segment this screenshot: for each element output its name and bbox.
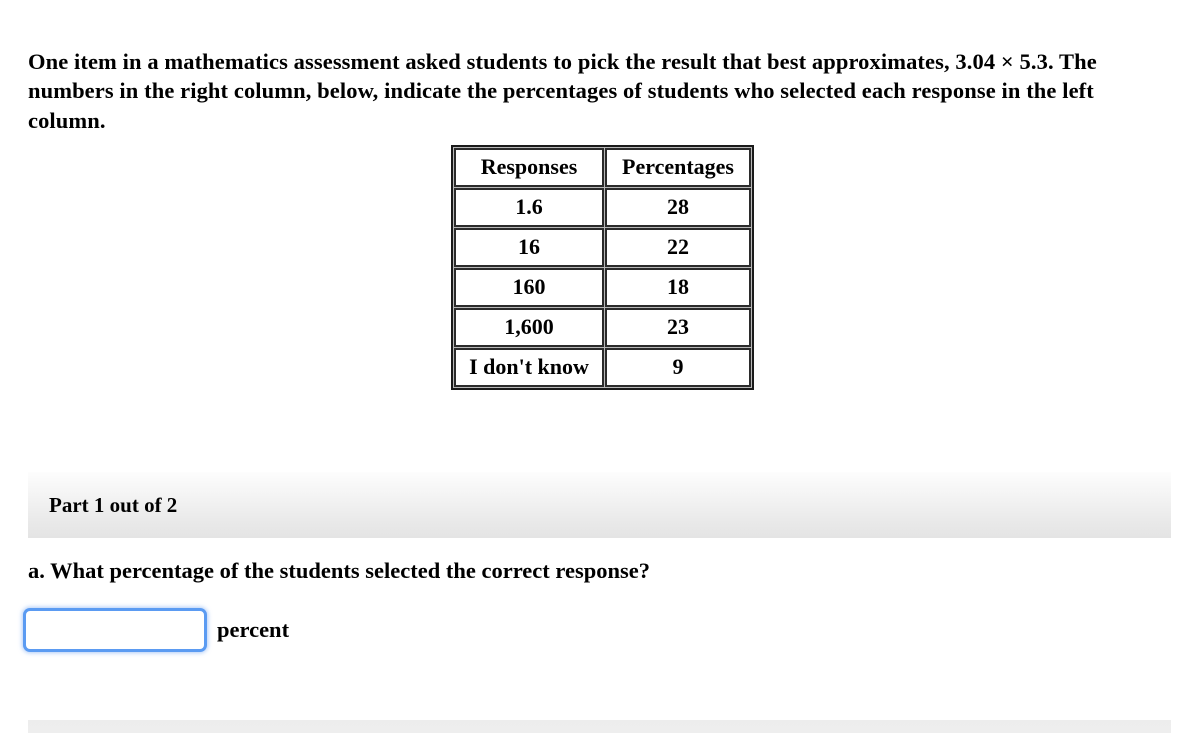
next-section-banner: [28, 720, 1171, 733]
cell-response: 1,600: [454, 308, 604, 347]
table-row: 1.6 28: [454, 188, 751, 227]
table-row: I don't know 9: [454, 348, 751, 387]
prompt-paragraph: One item in a mathematics assessment ask…: [28, 48, 1097, 133]
cell-percentage: 18: [605, 268, 751, 307]
question-a-label: a. What percentage of the students selec…: [28, 558, 650, 583]
cell-percentage: 22: [605, 228, 751, 267]
column-header-percentages: Percentages: [605, 148, 751, 187]
table-row: 160 18: [454, 268, 751, 307]
column-header-responses: Responses: [454, 148, 604, 187]
responses-table-container: Responses Percentages 1.6 28 16 22 160 1…: [451, 145, 754, 390]
cell-percentage: 23: [605, 308, 751, 347]
cell-response: I don't know: [454, 348, 604, 387]
responses-percentages-table: Responses Percentages 1.6 28 16 22 160 1…: [451, 145, 754, 390]
cell-response: 16: [454, 228, 604, 267]
percent-unit-label: percent: [217, 616, 290, 642]
cell-response: 1.6: [454, 188, 604, 227]
cell-percentage: 9: [605, 348, 751, 387]
table-row: 1,600 23: [454, 308, 751, 347]
answer-row: percent: [26, 611, 289, 649]
part-progress-label: Part 1 out of 2: [49, 492, 178, 517]
cell-response: 160: [454, 268, 604, 307]
cell-percentage: 28: [605, 188, 751, 227]
table-header-row: Responses Percentages: [454, 148, 751, 187]
table-row: 16 22: [454, 228, 751, 267]
part-progress-banner: Part 1 out of 2: [28, 472, 1171, 538]
percent-answer-input[interactable]: [26, 611, 204, 649]
